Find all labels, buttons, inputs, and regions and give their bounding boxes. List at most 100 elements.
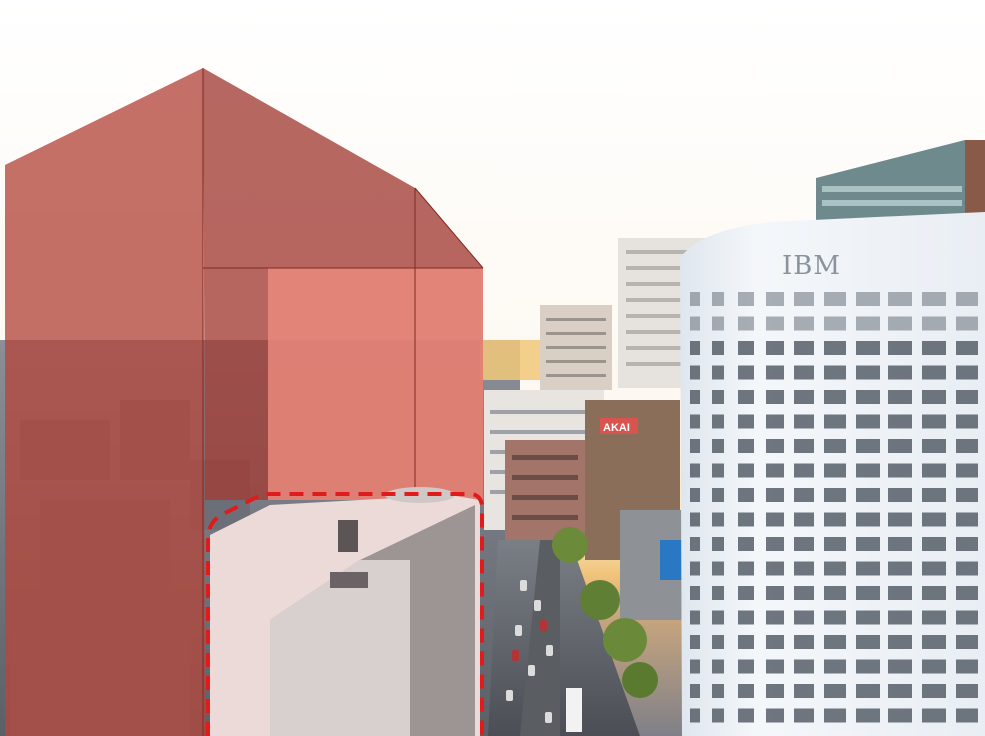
ibm-window (956, 292, 978, 306)
ibm-window (766, 512, 784, 527)
ibm-window (956, 708, 978, 723)
ibm-window (738, 684, 754, 698)
ibm-window (824, 586, 846, 600)
ibm-window (766, 610, 784, 625)
ibm-window (794, 341, 814, 355)
ibm-window (888, 488, 912, 502)
ibm-window (856, 463, 880, 478)
ibm-window (922, 659, 946, 674)
ibm-window (690, 586, 700, 600)
ibm-window (712, 390, 724, 404)
ibm-window (794, 708, 814, 723)
ibm-window (738, 659, 754, 674)
ibm-window (824, 414, 846, 429)
ibm-window (956, 414, 978, 429)
ibm-window (888, 390, 912, 404)
ibm-window (922, 341, 946, 355)
ibm-window (856, 292, 880, 306)
ibm-window (690, 439, 700, 453)
ibm-window (794, 537, 814, 551)
ibm-window (766, 365, 784, 380)
ibm-window (888, 610, 912, 625)
ibm-window (712, 512, 724, 527)
ibm-window (922, 537, 946, 551)
ibm-window (888, 659, 912, 674)
ibm-window (922, 365, 946, 380)
ibm-window (690, 316, 700, 331)
ibm-window (690, 414, 700, 429)
ibm-window (690, 488, 700, 502)
ibm-window (922, 512, 946, 527)
ibm-window (888, 708, 912, 723)
ibm-window (856, 537, 880, 551)
ibm-window (856, 316, 880, 331)
ibm-window (766, 316, 784, 331)
ibm-window (888, 463, 912, 478)
ibm-window (856, 414, 880, 429)
ibm-window (690, 292, 700, 306)
ibm-window (824, 561, 846, 576)
ibm-window (712, 341, 724, 355)
ibm-window (712, 610, 724, 625)
ibm-window (922, 561, 946, 576)
ibm-window (738, 341, 754, 355)
ibm-window (794, 365, 814, 380)
ibm-window (766, 561, 784, 576)
ibm-window (856, 365, 880, 380)
ibm-window (856, 390, 880, 404)
ibm-window (794, 561, 814, 576)
ibm-window (738, 512, 754, 527)
ibm-window (738, 537, 754, 551)
existing-building (210, 487, 480, 736)
ibm-window (856, 659, 880, 674)
ibm-window (794, 463, 814, 478)
ibm-window (766, 537, 784, 551)
ibm-window (738, 586, 754, 600)
ibm-window (888, 316, 912, 331)
ibm-window (824, 390, 846, 404)
ibm-window (922, 586, 946, 600)
ibm-window (856, 708, 880, 723)
ibm-window (856, 561, 880, 576)
ibm-window (712, 365, 724, 380)
ibm-window (856, 512, 880, 527)
ibm-window (956, 561, 978, 576)
ibm-window (922, 292, 946, 306)
ibm-window (922, 684, 946, 698)
ibm-window (690, 512, 700, 527)
ibm-window (712, 684, 724, 698)
massing-recess (268, 268, 483, 500)
ibm-window (888, 586, 912, 600)
ibm-window (690, 365, 700, 380)
ibm-window (856, 439, 880, 453)
ibm-window (888, 561, 912, 576)
ibm-window (922, 635, 946, 649)
ibm-window (794, 390, 814, 404)
ibm-window (922, 390, 946, 404)
ibm-window (766, 635, 784, 649)
ibm-window (712, 586, 724, 600)
ibm-window (766, 659, 784, 674)
ibm-window (794, 292, 814, 306)
ibm-window (738, 561, 754, 576)
ibm-window (766, 390, 784, 404)
ibm-window (738, 316, 754, 331)
ibm-window (794, 439, 814, 453)
ibm-window (888, 439, 912, 453)
ibm-window (738, 414, 754, 429)
ibm-window (690, 537, 700, 551)
ibm-window (824, 463, 846, 478)
ibm-window (956, 635, 978, 649)
ibm-window (738, 635, 754, 649)
ibm-window (794, 488, 814, 502)
ibm-window (922, 463, 946, 478)
ibm-window (712, 292, 724, 306)
ibm-window (794, 684, 814, 698)
ibm-window (856, 610, 880, 625)
ibm-window (824, 684, 846, 698)
ibm-window (922, 708, 946, 723)
ibm-window (888, 414, 912, 429)
ibm-window (712, 414, 724, 429)
ibm-window (712, 708, 724, 723)
ibm-window (766, 708, 784, 723)
